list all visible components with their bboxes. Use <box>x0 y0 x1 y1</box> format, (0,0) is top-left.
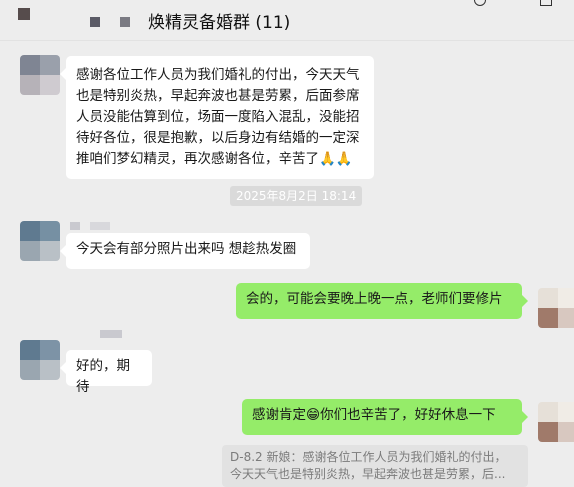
timestamp: 2025年8月2日 18:14 <box>230 186 363 206</box>
message-bubble[interactable]: 感谢各位工作人员为我们婚礼的付出，今天天气也是特别炎热，早起奔波也甚是劳累，后面… <box>60 56 374 179</box>
sender-name <box>90 222 110 230</box>
message-text: 今天会有部分照片出来吗 想趁热发圈 <box>76 241 297 257</box>
message-text-after: 你们也辛苦了，好好休息一下 <box>320 407 496 423</box>
header-divider <box>0 40 574 41</box>
my-avatar[interactable] <box>538 288 574 328</box>
sender-name <box>100 330 122 338</box>
message-bubble[interactable]: 今天会有部分照片出来吗 想趁热发圈 <box>60 233 310 269</box>
header-avatar <box>120 17 130 27</box>
avatar[interactable] <box>20 55 60 95</box>
sender-name <box>70 222 80 230</box>
pray-emoji-icon: 🙏🙏 <box>319 151 353 167</box>
quote-line: 今天天气也是特别炎热，早起奔波也甚是劳累，后... <box>230 467 506 481</box>
grin-emoji-icon: 😁 <box>306 407 321 423</box>
more-icon[interactable] <box>540 0 552 6</box>
my-avatar[interactable] <box>538 402 574 442</box>
search-icon[interactable] <box>474 0 486 6</box>
avatar[interactable] <box>20 221 60 261</box>
quoted-message[interactable]: D-8.2 新娘：感谢各位工作人员为我们婚礼的付出， 今天天气也是特别炎热，早起… <box>222 445 528 487</box>
message-bubble[interactable]: 会的，可能会要晚上晚一点，老师们要修片 <box>236 283 528 319</box>
message-text: 好的，期待 <box>76 358 130 395</box>
message-text: 感谢各位工作人员为我们婚礼的付出，今天天气也是特别炎热，早起奔波也甚是劳累，后面… <box>76 67 360 167</box>
header-avatar <box>18 8 30 20</box>
message-text-before: 感谢肯定 <box>252 407 306 423</box>
avatar[interactable] <box>20 340 60 380</box>
message-bubble[interactable]: 好的，期待 <box>60 350 152 395</box>
message-text: 会的，可能会要晚上晚一点，老师们要修片 <box>246 291 503 307</box>
header-avatar <box>90 17 100 27</box>
quote-line: D-8.2 新娘：感谢各位工作人员为我们婚礼的付出， <box>230 450 507 464</box>
chat-header: 焕精灵备婚群 (11) <box>0 0 574 40</box>
page-title: 焕精灵备婚群 (11) <box>148 13 291 33</box>
message-bubble[interactable]: 感谢肯定😁你们也辛苦了，好好休息一下 <box>242 399 528 435</box>
